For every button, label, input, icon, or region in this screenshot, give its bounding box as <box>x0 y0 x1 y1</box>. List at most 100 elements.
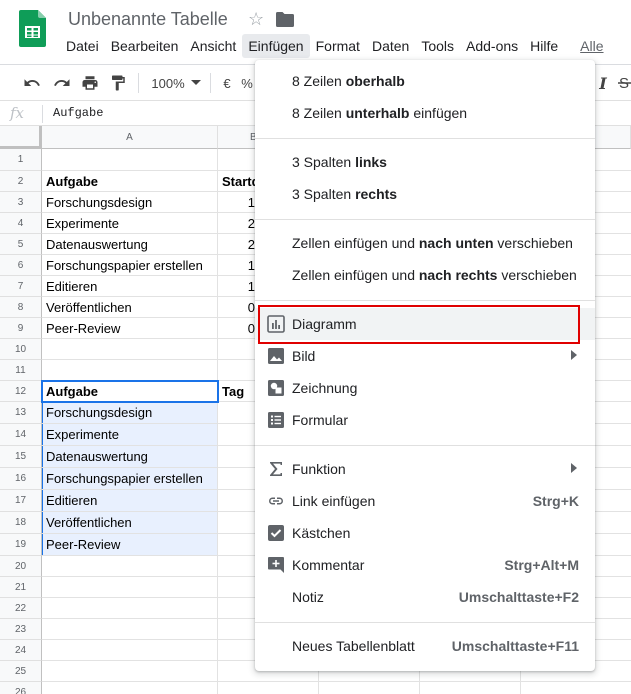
row-header[interactable]: 21 <box>0 577 42 598</box>
select-all-corner[interactable] <box>0 126 42 149</box>
row-header[interactable]: 11 <box>0 360 42 381</box>
table1-task-cell[interactable]: Datenauswertung <box>42 234 218 255</box>
table1-header-start[interactable]: Startd <box>218 171 258 192</box>
insert-checkbox[interactable]: Kästchen <box>255 517 595 549</box>
row-header[interactable]: 4 <box>0 213 42 234</box>
print-icon[interactable] <box>78 71 102 95</box>
row-header[interactable]: 15 <box>0 446 42 468</box>
menu-ansicht[interactable]: Ansicht <box>184 34 242 58</box>
table1-task-cell[interactable]: Veröffentlichen <box>42 297 218 318</box>
table2-header-day[interactable]: Tag <box>218 381 258 402</box>
grid-line <box>42 681 631 682</box>
row-header[interactable]: 24 <box>0 640 42 661</box>
insert-comment[interactable]: Kommentar Strg+Alt+M <box>255 549 595 581</box>
table1-task-cell[interactable]: Editieren <box>42 276 218 297</box>
table1-start-cell[interactable]: 1 <box>218 192 258 213</box>
insert-form[interactable]: Formular <box>255 404 595 436</box>
row-header[interactable]: 17 <box>0 490 42 512</box>
column-header-a[interactable]: A <box>42 126 218 149</box>
insert-function[interactable]: Funktion <box>255 453 595 485</box>
form-icon <box>267 411 285 429</box>
table2-task-cell[interactable]: Veröffentlichen <box>42 512 218 534</box>
star-icon[interactable]: ☆ <box>248 9 264 30</box>
percent-format-button[interactable]: % <box>240 71 254 95</box>
insert-rows-above[interactable]: 8 Zeilen oberhalb <box>255 65 595 97</box>
row-header[interactable]: 10 <box>0 339 42 360</box>
row-header[interactable]: 2 <box>0 171 42 192</box>
row-header[interactable]: 8 <box>0 297 42 318</box>
row-header[interactable]: 9 <box>0 318 42 339</box>
table1-start-cell[interactable]: 2 <box>218 213 258 234</box>
table2-task-cell[interactable]: Forschungspapier erstellen <box>42 468 218 490</box>
row-header[interactable]: 19 <box>0 534 42 556</box>
sigma-icon <box>267 460 285 478</box>
insert-note[interactable]: Notiz Umschalttaste+F2 <box>255 581 595 613</box>
insert-image[interactable]: Bild <box>255 340 595 372</box>
row-header[interactable]: 20 <box>0 556 42 577</box>
row-header[interactable]: 25 <box>0 661 42 682</box>
insert-new-sheet[interactable]: Neues Tabellenblatt Umschalttaste+F11 <box>255 630 595 662</box>
menu-addons[interactable]: Add-ons <box>460 34 524 58</box>
folder-icon[interactable] <box>276 12 294 27</box>
chart-highlight-box <box>258 305 580 344</box>
last-edit-link[interactable]: Alle <box>574 34 609 58</box>
italic-icon[interactable]: I <box>594 71 612 95</box>
row-header[interactable]: 26 <box>0 682 42 694</box>
menubar: Datei Bearbeiten Ansicht Einfügen Format… <box>60 33 610 59</box>
menu-hilfe[interactable]: Hilfe <box>524 34 564 58</box>
paint-format-icon[interactable] <box>106 71 130 95</box>
zoom-select[interactable]: 100% <box>148 71 188 95</box>
row-header[interactable]: 14 <box>0 424 42 446</box>
row-header[interactable]: 3 <box>0 192 42 213</box>
insert-cells-shift-right[interactable]: Zellen einfügen und nach rechts verschie… <box>255 259 595 291</box>
sheets-logo[interactable] <box>19 10 46 47</box>
row-header[interactable]: 22 <box>0 598 42 619</box>
strikethrough-icon[interactable]: S <box>618 71 631 95</box>
table1-start-cell[interactable]: 2 <box>218 234 258 255</box>
row-header[interactable]: 13 <box>0 402 42 424</box>
row-header[interactable]: 23 <box>0 619 42 640</box>
table1-task-cell[interactable]: Experimente <box>42 213 218 234</box>
table1-start-cell[interactable]: 1 <box>218 255 258 276</box>
table2-task-cell[interactable]: Datenauswertung <box>42 446 218 468</box>
insert-columns-right[interactable]: 3 Spalten rechts <box>255 178 595 210</box>
table2-task-cell[interactable]: Forschungsdesign <box>42 402 218 424</box>
add-comment-icon <box>267 556 285 574</box>
insert-link[interactable]: Link einfügen Strg+K <box>255 485 595 517</box>
row-header[interactable]: 18 <box>0 512 42 534</box>
table2-task-cell[interactable]: Experimente <box>42 424 218 446</box>
row-header[interactable]: 16 <box>0 468 42 490</box>
table1-task-cell[interactable]: Forschungspapier erstellen <box>42 255 218 276</box>
insert-cells-shift-down[interactable]: Zellen einfügen und nach unten verschieb… <box>255 227 595 259</box>
menu-einfuegen[interactable]: Einfügen <box>242 34 310 58</box>
table1-task-cell[interactable]: Forschungsdesign <box>42 192 218 213</box>
insert-rows-below[interactable]: 8 Zeilen unterhalb einfügen <box>255 97 595 129</box>
table1-header-task[interactable]: Aufgabe <box>42 171 218 192</box>
formula-input[interactable]: Aufgabe <box>53 106 103 120</box>
table2-task-cell[interactable]: Peer-Review <box>42 534 218 556</box>
menu-datei[interactable]: Datei <box>60 34 105 58</box>
chevron-down-icon[interactable] <box>190 71 202 95</box>
currency-format-button[interactable]: € <box>218 71 236 95</box>
row-header[interactable]: 6 <box>0 255 42 276</box>
link-icon <box>267 492 285 510</box>
insert-columns-left[interactable]: 3 Spalten links <box>255 146 595 178</box>
menu-bearbeiten[interactable]: Bearbeiten <box>105 34 185 58</box>
table1-start-cell[interactable]: 0 <box>218 297 258 318</box>
undo-icon[interactable] <box>20 71 44 95</box>
menu-tools[interactable]: Tools <box>415 34 460 58</box>
row-header[interactable]: 12 <box>0 381 42 402</box>
row-header[interactable]: 7 <box>0 276 42 297</box>
row-header[interactable]: 5 <box>0 234 42 255</box>
redo-icon[interactable] <box>50 71 74 95</box>
menu-format[interactable]: Format <box>310 34 366 58</box>
table2-task-cell[interactable]: Editieren <box>42 490 218 512</box>
insert-drawing[interactable]: Zeichnung <box>255 372 595 404</box>
row-header[interactable]: 1 <box>0 149 42 171</box>
document-title[interactable]: Unbenannte Tabelle <box>68 9 228 30</box>
table1-start-cell[interactable]: 0 <box>218 318 258 339</box>
menu-daten[interactable]: Daten <box>366 34 415 58</box>
table1-task-cell[interactable]: Peer-Review <box>42 318 218 339</box>
submenu-arrow-icon <box>571 463 577 473</box>
table1-start-cell[interactable]: 1 <box>218 276 258 297</box>
